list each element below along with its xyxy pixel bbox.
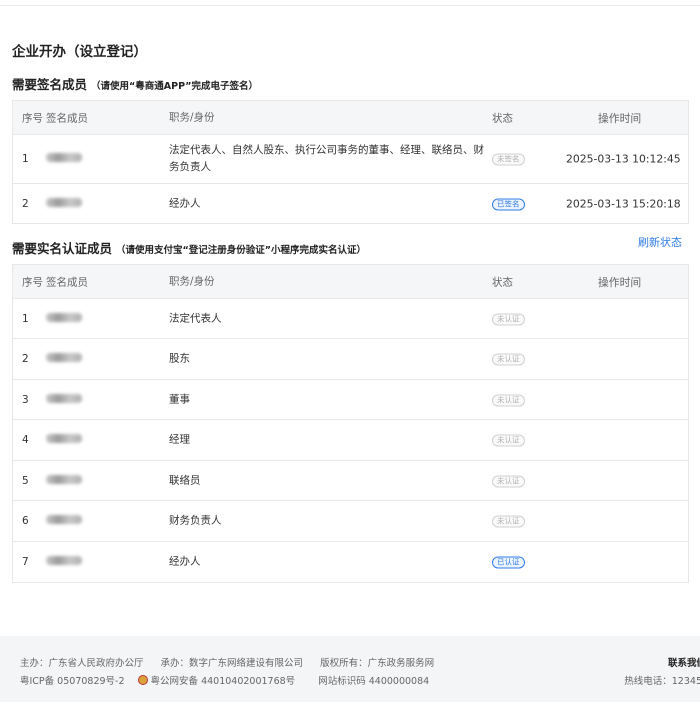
row-role: 董事 [169,393,190,405]
contact-us-link[interactable]: 联系我们 [668,655,700,669]
status-badge-text: 未认证 [492,353,525,366]
header-no: 序号 [22,112,43,124]
table-row: 2 经办人 已签名 2025-03-13 15:20:18 [13,183,688,223]
police-badge-icon [137,675,148,685]
member-name-redacted [46,353,82,365]
status-badge-text: 未认证 [492,475,525,487]
row-role: 经办人 [169,555,201,568]
row-no: 7 [22,556,29,568]
site-logo[interactable] [18,0,118,3]
table-row: 5 联络员 未认证 [13,460,688,500]
row-no: 6 [22,515,29,527]
member-name-redacted [46,556,82,568]
status-badge: 未签名 [492,153,525,166]
table-row: 6 财务负责人 未认证 [13,500,688,541]
row-time: 2025-03-13 15:20:18 [566,197,681,210]
row-role: 经办人 [169,197,201,209]
footer-line-1: 主办：广东省人民政府办公厅 承办：数字广东网络建设有限公司 版权所有：广东政务服… [20,655,448,669]
status-badge: 未认证 [492,474,525,487]
refresh-status-link[interactable]: 刷新状态 [638,234,682,250]
row-no: 2 [22,197,29,210]
member-name-redacted [46,153,82,165]
row-role: 法定代表人、自然人股东、执行公司事务的董事、经理、联络员、财务负责人 [169,144,484,173]
table-row: 4 经理 未认证 [13,419,688,460]
footer-police-text: 粤公网安备 44010402001768号 [150,676,296,687]
auth-members-table: 序号 签名成员 职务/身份 状态 操作时间 1 法定代表人 未认证 2 股东 未… [12,264,689,583]
auth-section-title-text: 需要实名认证成员 [12,241,113,256]
footer-hotline: 热线电话：12345 [624,676,700,687]
status-badge: 已签名 [492,197,525,210]
status-badge: 未认证 [492,353,525,366]
header-no: 序号 [22,276,43,288]
status-badge: 已认证 [492,556,525,569]
sign-section-title-text: 需要签名成员 [12,77,88,92]
table-row: 2 股东 未认证 [13,338,688,379]
row-role: 经理 [169,433,190,446]
row-no: 1 [22,153,29,165]
table-row: 7 经办人 已认证 [13,541,688,582]
table-row: 3 董事 未认证 [13,379,688,419]
sign-members-table: 序号 签名成员 职务/身份 状态 操作时间 1 法定代表人、自然人股东、执行公司… [12,100,689,224]
row-no: 4 [22,434,29,446]
member-name-redacted [46,312,82,325]
footer-undertaker: 承办：数字广东网络建设有限公司 [160,658,304,669]
status-badge-text: 未签名 [492,153,525,166]
status-badge: 未认证 [492,393,525,406]
header-name: 签名成员 [46,276,88,288]
status-badge-text: 未认证 [492,434,525,447]
footer-icp-link[interactable]: 粤ICP备 05070829号-2 [20,676,125,687]
row-no: 3 [22,393,29,406]
row-role: 股东 [169,352,190,365]
row-time: 2025-03-13 10:12:45 [566,152,681,166]
table-row: 1 法定代表人、自然人股东、执行公司事务的董事、经理、联络员、财务负责人 未签名… [13,134,688,183]
row-role: 财务负责人 [169,514,222,527]
header-status: 状态 [492,112,513,124]
status-badge-text: 未认证 [492,515,525,528]
table-row: 1 法定代表人 未认证 [13,298,688,338]
top-header [0,0,700,6]
auth-section-title: 需要实名认证成员 （请使用支付宝“登记注册身份验证”小程序完成实名认证） [12,238,366,257]
row-role: 联络员 [169,474,201,486]
status-badge-text: 未认证 [492,394,525,406]
status-badge-text: 已认证 [492,556,525,569]
table-header: 序号 签名成员 职务/身份 状态 操作时间 [13,265,688,298]
member-name-redacted [46,393,82,406]
status-badge-text: 未认证 [492,313,525,325]
status-badge: 未认证 [492,434,525,447]
member-name-redacted [46,515,82,527]
status-badge-text: 已签名 [492,198,525,210]
header-time: 操作时间 [598,275,642,289]
header-time: 操作时间 [598,111,642,125]
sign-section-hint: （请使用“粤商通APP”完成电子签名） [91,81,258,92]
footer-site-id: 网站标识码 4400000084 [318,676,430,687]
header-role: 职务/身份 [169,275,215,287]
row-no: 1 [22,312,29,325]
member-name-redacted [46,197,82,210]
header-status: 状态 [492,276,513,288]
footer-copyright: 版权所有：广东政务服务网 [320,658,435,669]
header-name: 签名成员 [46,112,88,124]
row-role: 法定代表人 [169,312,222,324]
footer-police-link[interactable]: 粤公网安备 44010402001768号 [137,675,306,687]
row-no: 2 [22,353,29,365]
row-no: 5 [22,474,29,487]
member-name-redacted [46,434,82,446]
footer-line-2: 粤ICP备 05070829号-2 粤公网安备 44010402001768号 … [20,673,439,687]
site-footer: 主办：广东省人民政府办公厅 承办：数字广东网络建设有限公司 版权所有：广东政务服… [0,636,700,702]
member-name-redacted [46,474,82,487]
status-badge: 未认证 [492,515,525,528]
page-title: 企业开办（设立登记） [12,44,147,60]
footer-sponsor: 主办：广东省人民政府办公厅 [20,658,144,669]
table-header: 序号 签名成员 职务/身份 状态 操作时间 [13,101,688,134]
status-badge: 未认证 [492,312,525,325]
header-role: 职务/身份 [169,111,215,123]
sign-section-title: 需要签名成员 （请使用“粤商通APP”完成电子签名） [12,74,258,93]
auth-section-hint: （请使用支付宝“登记注册身份验证”小程序完成实名认证） [116,245,367,256]
